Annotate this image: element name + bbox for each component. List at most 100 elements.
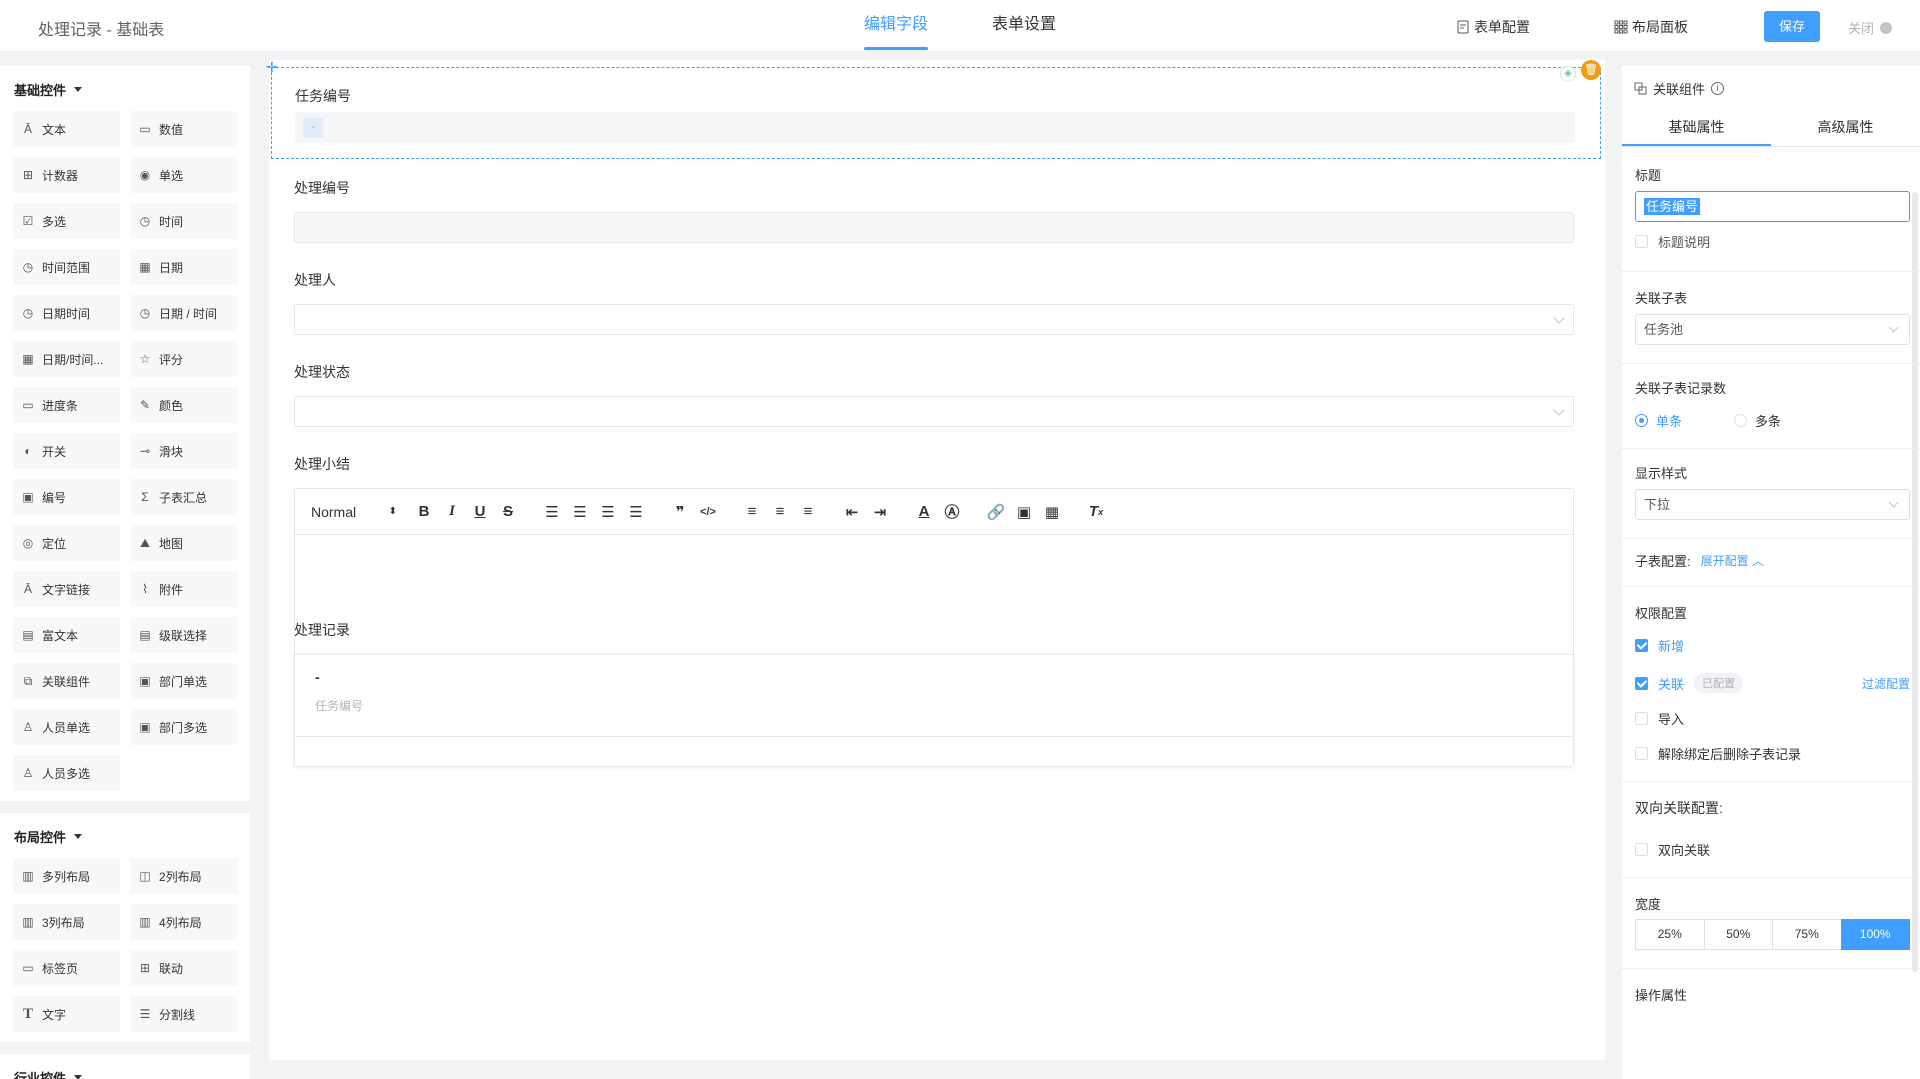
widget-text-link[interactable]: Ā 文字链接	[13, 571, 120, 607]
widget-three-columns[interactable]: ▥ 3列布局	[13, 904, 120, 940]
align-center-icon[interactable]: ☰	[569, 501, 591, 523]
widget-clock-range[interactable]: ◷ 时间范围	[13, 249, 120, 285]
widget-slider[interactable]: ⊸ 滑块	[130, 433, 237, 469]
widget-numbering[interactable]: ▣ 编号	[13, 479, 120, 515]
save-button[interactable]: 保存	[1764, 11, 1820, 42]
widget-sigma[interactable]: Σ 子表汇总	[130, 479, 237, 515]
single-radio[interactable]	[1635, 414, 1648, 427]
widget-cascade[interactable]: ▤ 级联选择	[130, 617, 237, 653]
width-100-button[interactable]: 100%	[1840, 919, 1910, 950]
widget-toggle[interactable]: ◐ 开关	[13, 433, 120, 469]
widget-text-t[interactable]: T 文字	[13, 996, 120, 1032]
widget-checkbox[interactable]: ☑ 多选	[13, 203, 120, 239]
widget-users[interactable]: ♙ 人员多选	[13, 755, 120, 791]
widget-columns[interactable]: ▥ 多列布局	[13, 858, 120, 894]
move-handle-icon[interactable]: ✛	[266, 60, 278, 74]
widget-location[interactable]: ◎ 定位	[13, 525, 120, 561]
background-color-icon[interactable]: Ⓐ	[941, 501, 963, 523]
close-toggle[interactable]: 关闭	[1848, 18, 1893, 37]
widget-clock[interactable]: ◷ 时间	[130, 203, 237, 239]
widget-department[interactable]: ▣ 部门单选	[130, 663, 237, 699]
ordered-list-icon[interactable]: ≡	[741, 501, 763, 523]
widget-progress[interactable]: ▭ 进度条	[13, 387, 120, 423]
field-process-number[interactable]: 处理编号	[294, 178, 1574, 243]
filter-config-link[interactable]: 过滤配置	[1862, 675, 1910, 692]
form-config-button[interactable]: 表单配置	[1456, 17, 1530, 37]
blockquote-icon[interactable]: ❞	[669, 501, 691, 523]
perm-add-checkbox[interactable]	[1635, 639, 1648, 652]
widget-star[interactable]: ☆ 评分	[130, 341, 237, 377]
widget-text[interactable]: Ā 文本	[13, 111, 120, 147]
subtable-select[interactable]: 任务池	[1635, 314, 1910, 345]
align-left-icon[interactable]: ☰	[541, 501, 563, 523]
tab-form-settings[interactable]: 表单设置	[992, 0, 1056, 52]
multi-radio[interactable]	[1734, 414, 1748, 427]
widget-datetime[interactable]: ◷ 日期时间	[13, 295, 120, 331]
indent-icon[interactable]: ⇥	[869, 501, 891, 523]
widget-linkage[interactable]: ⊞ 联动	[130, 950, 237, 986]
align-justify-icon[interactable]: ☰	[625, 501, 647, 523]
width-75-button[interactable]: 75%	[1772, 919, 1842, 950]
widget-tabs[interactable]: ▭ 标签页	[13, 950, 120, 986]
field-records[interactable]: 处理记录 - 任务编号	[294, 620, 1574, 767]
title-desc-option[interactable]: 标题说明	[1635, 232, 1910, 251]
expand-config-link[interactable]: 展开配置 ︿	[1701, 552, 1764, 569]
link-icon[interactable]: 🔗	[985, 501, 1007, 523]
widget-counter[interactable]: ⊞ 计数器	[13, 157, 120, 193]
tab-advanced-props[interactable]: 高级属性	[1771, 111, 1920, 146]
handler-select[interactable]	[294, 304, 1574, 335]
video-icon[interactable]: ▦	[1041, 501, 1063, 523]
check-list-icon[interactable]: ≡	[797, 501, 819, 523]
widget-paperclip[interactable]: ⌇ 附件	[130, 571, 237, 607]
bullet-list-icon[interactable]: ≡	[769, 501, 791, 523]
widget-two-columns[interactable]: ◫ 2列布局	[130, 858, 237, 894]
align-right-icon[interactable]: ☰	[597, 501, 619, 523]
status-select[interactable]	[294, 396, 1574, 427]
widget-map[interactable]: ⛰ 地图	[130, 525, 237, 561]
basic-widgets-header[interactable]: 基础控件	[0, 66, 250, 109]
selected-field-task-number[interactable]: ✛ ◈ 🗑 任务编号 -	[266, 60, 1601, 159]
outdent-icon[interactable]: ⇤	[841, 501, 863, 523]
widget-divider[interactable]: ☰ 分割线	[130, 996, 237, 1032]
scrollbar[interactable]	[1912, 192, 1918, 972]
tab-basic-props[interactable]: 基础属性	[1622, 111, 1771, 146]
layout-widgets-header[interactable]: 布局控件	[0, 813, 250, 856]
strikethrough-icon[interactable]: S	[497, 501, 519, 523]
widget-radio[interactable]: ◉ 单选	[130, 157, 237, 193]
widget-link-component[interactable]: ⧉ 关联组件	[13, 663, 120, 699]
field-status[interactable]: 处理状态	[294, 362, 1574, 427]
info-icon[interactable]: i	[1711, 82, 1725, 95]
widget-date-range[interactable]: ▦ 日期/时间...	[13, 341, 120, 377]
tab-edit-fields[interactable]: 编辑字段	[864, 0, 929, 52]
widget-number[interactable]: ▭ 数值	[130, 111, 237, 147]
perm-unbind-checkbox[interactable]	[1635, 747, 1648, 760]
shield-icon[interactable]: ◈	[1560, 66, 1576, 82]
title-desc-checkbox[interactable]	[1635, 235, 1648, 248]
italic-icon[interactable]: I	[441, 501, 463, 523]
width-25-button[interactable]: 25%	[1635, 919, 1705, 950]
underline-icon[interactable]: U	[469, 501, 491, 523]
image-icon[interactable]: ▣	[1013, 501, 1035, 523]
widget-calendar[interactable]: ▦ 日期	[130, 249, 237, 285]
widget-user[interactable]: ♙ 人员单选	[13, 709, 120, 745]
title-input[interactable]: 任务编号	[1635, 191, 1910, 222]
widget-calendar-clock[interactable]: ◷ 日期 / 时间	[130, 295, 237, 331]
font-color-icon[interactable]: A	[913, 501, 935, 523]
width-50-button[interactable]: 50%	[1703, 919, 1773, 950]
perm-import-checkbox[interactable]	[1635, 712, 1648, 725]
layout-panel-button[interactable]: 布局面板	[1614, 17, 1688, 37]
industry-widgets-header[interactable]: 行业控件	[0, 1054, 250, 1079]
delete-icon[interactable]: 🗑	[1581, 60, 1601, 80]
field-handler[interactable]: 处理人	[294, 270, 1574, 335]
widget-rich-text[interactable]: ▤ 富文本	[13, 617, 120, 653]
display-style-select[interactable]: 下拉	[1635, 489, 1910, 520]
widget-color-picker[interactable]: ✎ 颜色	[130, 387, 237, 423]
widget-four-columns[interactable]: ▥ 4列布局	[130, 904, 237, 940]
bidirectional-checkbox[interactable]	[1635, 843, 1648, 856]
widget-departments[interactable]: ▣ 部门多选	[130, 709, 237, 745]
clear-format-icon[interactable]: Tx	[1085, 501, 1107, 523]
code-icon[interactable]: </>	[697, 501, 719, 523]
heading-select[interactable]: Normal ⬍	[311, 501, 397, 523]
bold-icon[interactable]: B	[413, 501, 435, 523]
perm-link-checkbox[interactable]	[1635, 676, 1648, 690]
